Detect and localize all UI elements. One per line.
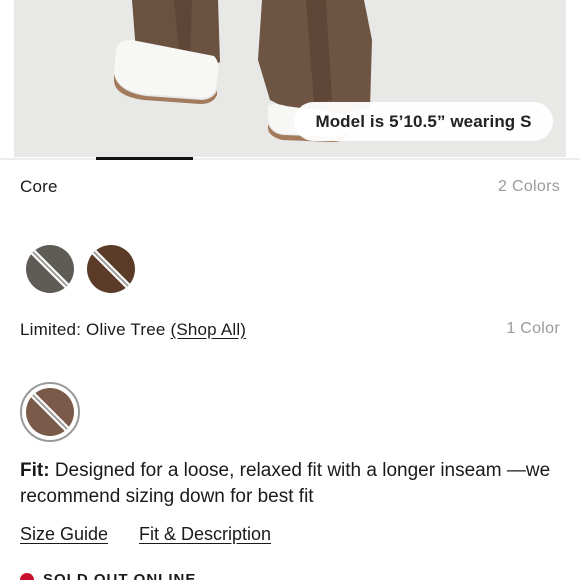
swatch-grey[interactable] [26,245,74,293]
shop-all-link[interactable]: (Shop All) [170,320,246,339]
fit-label: Fit: [20,460,50,481]
sold-out-slash-line [28,390,72,434]
sold-out-text: SOLD OUT ONLINE [43,571,197,580]
limited-section-label: Limited: Olive Tree (Shop All) [20,320,246,340]
limited-color-count: 1 Color [506,320,560,337]
swatch-brown[interactable] [87,245,135,293]
fit-description-link[interactable]: Fit & Description [139,524,271,545]
carousel-indicator-active[interactable] [96,157,193,160]
swatch-olive-tree[interactable] [26,388,74,436]
carousel-track [0,158,580,160]
sold-out-slash-line [28,247,72,291]
product-photo[interactable]: Model is 5’10.5” wearing S [14,0,566,157]
limited-label-text: Limited: Olive Tree [20,320,166,339]
model-size-badge: Model is 5’10.5” wearing S [294,102,553,141]
model-size-text: Model is 5’10.5” wearing S [315,111,532,131]
fit-text: Designed for a loose, relaxed fit with a… [20,460,551,507]
size-guide-link[interactable]: Size Guide [20,524,108,545]
sold-out-slash-line [89,247,133,291]
core-section-label: Core [20,177,58,196]
sold-out-status: SOLD OUT ONLINE [20,571,196,580]
sold-out-dot-icon [20,572,34,580]
fit-description: Fit: Designed for a loose, relaxed fit w… [20,458,565,510]
core-color-count: 2 Colors [498,178,560,195]
